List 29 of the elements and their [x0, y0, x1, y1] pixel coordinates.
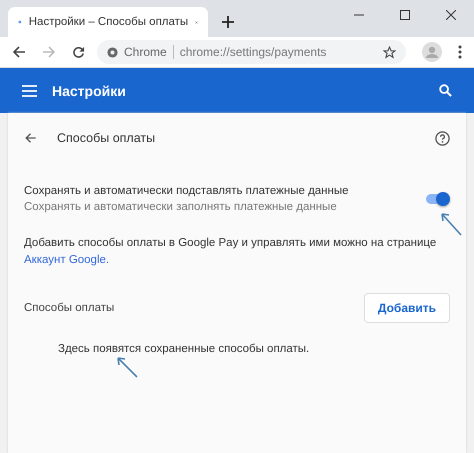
reload-icon[interactable] [72, 46, 85, 58]
page-title: Способы оплаты [57, 131, 156, 145]
new-tab-icon[interactable] [222, 16, 234, 28]
close-icon[interactable] [446, 10, 456, 20]
back-arrow-icon[interactable] [12, 45, 26, 59]
menu-icon[interactable] [22, 84, 37, 96]
tab-title: Настройки – Способы оплаты [28, 16, 188, 28]
chrome-icon [107, 46, 118, 58]
empty-message: Здесь появятся сохраненные способы оплаты. [58, 343, 310, 355]
toggle-switch[interactable] [426, 194, 448, 204]
address-bar[interactable]: Chrome chrome://settings/payments [97, 40, 406, 64]
add-button[interactable]: Добавить [364, 293, 450, 323]
annotation-arrow [439, 210, 463, 236]
site-label: Chrome [124, 45, 167, 59]
menu-dots-icon[interactable] [458, 45, 462, 59]
setting-description: Сохранять и автоматически заполнять платежные данные [24, 201, 338, 213]
search-icon[interactable] [439, 84, 452, 97]
account-link[interactable]: Аккаунт Google. [24, 254, 110, 266]
info-text: Добавить способы оплаты в Google Pay и управлять ими можно на странице Аккаунт Google. [24, 236, 438, 268]
annotation-arrow [115, 354, 139, 378]
section-title: Способы оплаты [24, 302, 114, 314]
star-icon[interactable] [383, 46, 396, 58]
back-arrow-icon[interactable] [24, 132, 37, 144]
help-icon[interactable] [435, 130, 450, 146]
maximize-icon[interactable] [400, 10, 410, 20]
header-title: Настройки [52, 82, 126, 98]
setting-label: Сохранять и автоматически подставлять платежные данные [24, 185, 350, 197]
url-text: chrome://settings/payments [180, 45, 328, 59]
browser-tab[interactable]: Настройки – Способы оплаты [8, 7, 208, 37]
